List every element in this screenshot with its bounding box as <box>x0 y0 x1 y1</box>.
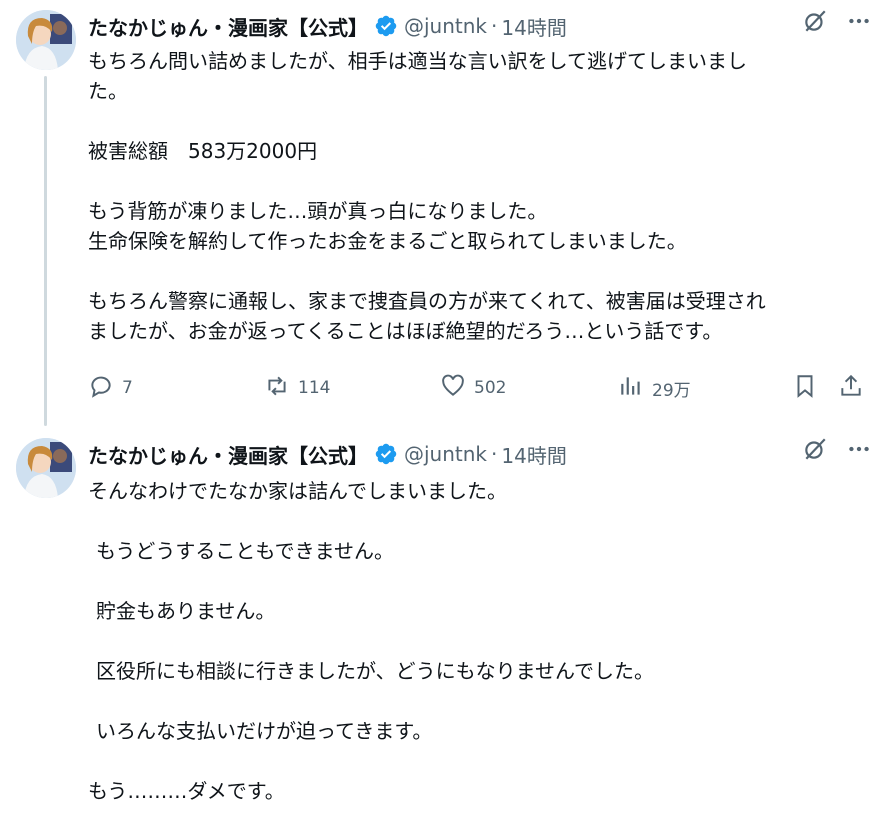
retweet-icon <box>264 373 290 404</box>
tweet-line: もちろん問い詰めましたが、相手は適当な言い訳をして逃げてしまいまし <box>88 49 747 73</box>
avatar[interactable] <box>16 438 76 498</box>
views-count: 29万 <box>652 380 691 401</box>
more-icon[interactable] <box>846 8 872 34</box>
verified-badge-icon <box>374 14 398 38</box>
reply-count: 7 <box>122 378 133 398</box>
author-name[interactable]: たなかじゅん・漫画家【公式】 <box>88 12 368 41</box>
avatar[interactable] <box>16 10 76 70</box>
author-handle[interactable]: @juntnk <box>404 442 487 466</box>
tweet-text: もちろん問い詰めましたが、相手は適当な言い訳をして逃げてしまいまし た。 被害総… <box>88 46 864 346</box>
time-separator: · <box>491 442 498 466</box>
verified-badge-icon <box>374 442 398 466</box>
bookmark-icon <box>792 373 818 404</box>
tweet-line: もう………ダメです。 <box>88 779 285 803</box>
share-button[interactable] <box>838 372 864 404</box>
tweet-line: もうどうすることもできません。 <box>96 539 394 563</box>
thread-connector-line <box>44 76 47 426</box>
like-icon <box>440 373 466 404</box>
tweet-line: 貯金もありません。 <box>96 599 276 623</box>
tweet-line: そんなわけでたなか家は詰んでしまいました。 <box>88 479 507 503</box>
author-name[interactable]: たなかじゅん・漫画家【公式】 <box>88 440 368 469</box>
tweet-line: た。 <box>88 79 128 103</box>
more-icon[interactable] <box>846 436 872 462</box>
tweet-line: もう背筋が凍りました…頭が真っ白になりました。 <box>88 199 548 223</box>
time-separator: · <box>491 14 498 38</box>
views-button[interactable]: 29万 <box>618 372 691 404</box>
retweet-button[interactable]: 114 <box>264 372 330 404</box>
timestamp[interactable]: 14時間 <box>501 440 566 469</box>
bookmark-button[interactable] <box>792 372 818 404</box>
action-bar: 7 114 502 29万 <box>88 372 868 404</box>
author-handle[interactable]: @juntnk <box>404 14 487 38</box>
tweet-line: 被害総額 583万2000円 <box>88 139 318 163</box>
views-icon <box>618 373 644 404</box>
tweet-line: もちろん警察に通報し、家まで捜査員の方が来てくれて、被害届は受理され <box>88 289 766 313</box>
reply-icon <box>88 373 114 404</box>
reply-button[interactable]: 7 <box>88 372 133 404</box>
tweet-line: 区役所にも相談に行きましたが、どうにもなりませんでした。 <box>96 659 654 683</box>
tweet-line: 生命保険を解約して作ったお金をまるごと取られてしまいました。 <box>88 229 687 253</box>
like-count: 502 <box>474 378 507 398</box>
tweet-line: ましたが、お金が返ってくることはほぼ絶望的だろう…という話です。 <box>88 319 723 343</box>
timestamp[interactable]: 14時間 <box>501 12 566 41</box>
share-icon <box>838 373 864 404</box>
like-button[interactable]: 502 <box>440 372 506 404</box>
grok-icon[interactable] <box>802 8 828 34</box>
tweet-line: いろんな支払いだけが迫ってきます。 <box>96 719 433 743</box>
tweet-text: そんなわけでたなか家は詰んでしまいました。 もうどうすることもできません。 貯金… <box>88 476 864 806</box>
retweet-count: 114 <box>298 378 331 398</box>
grok-icon[interactable] <box>802 436 828 462</box>
